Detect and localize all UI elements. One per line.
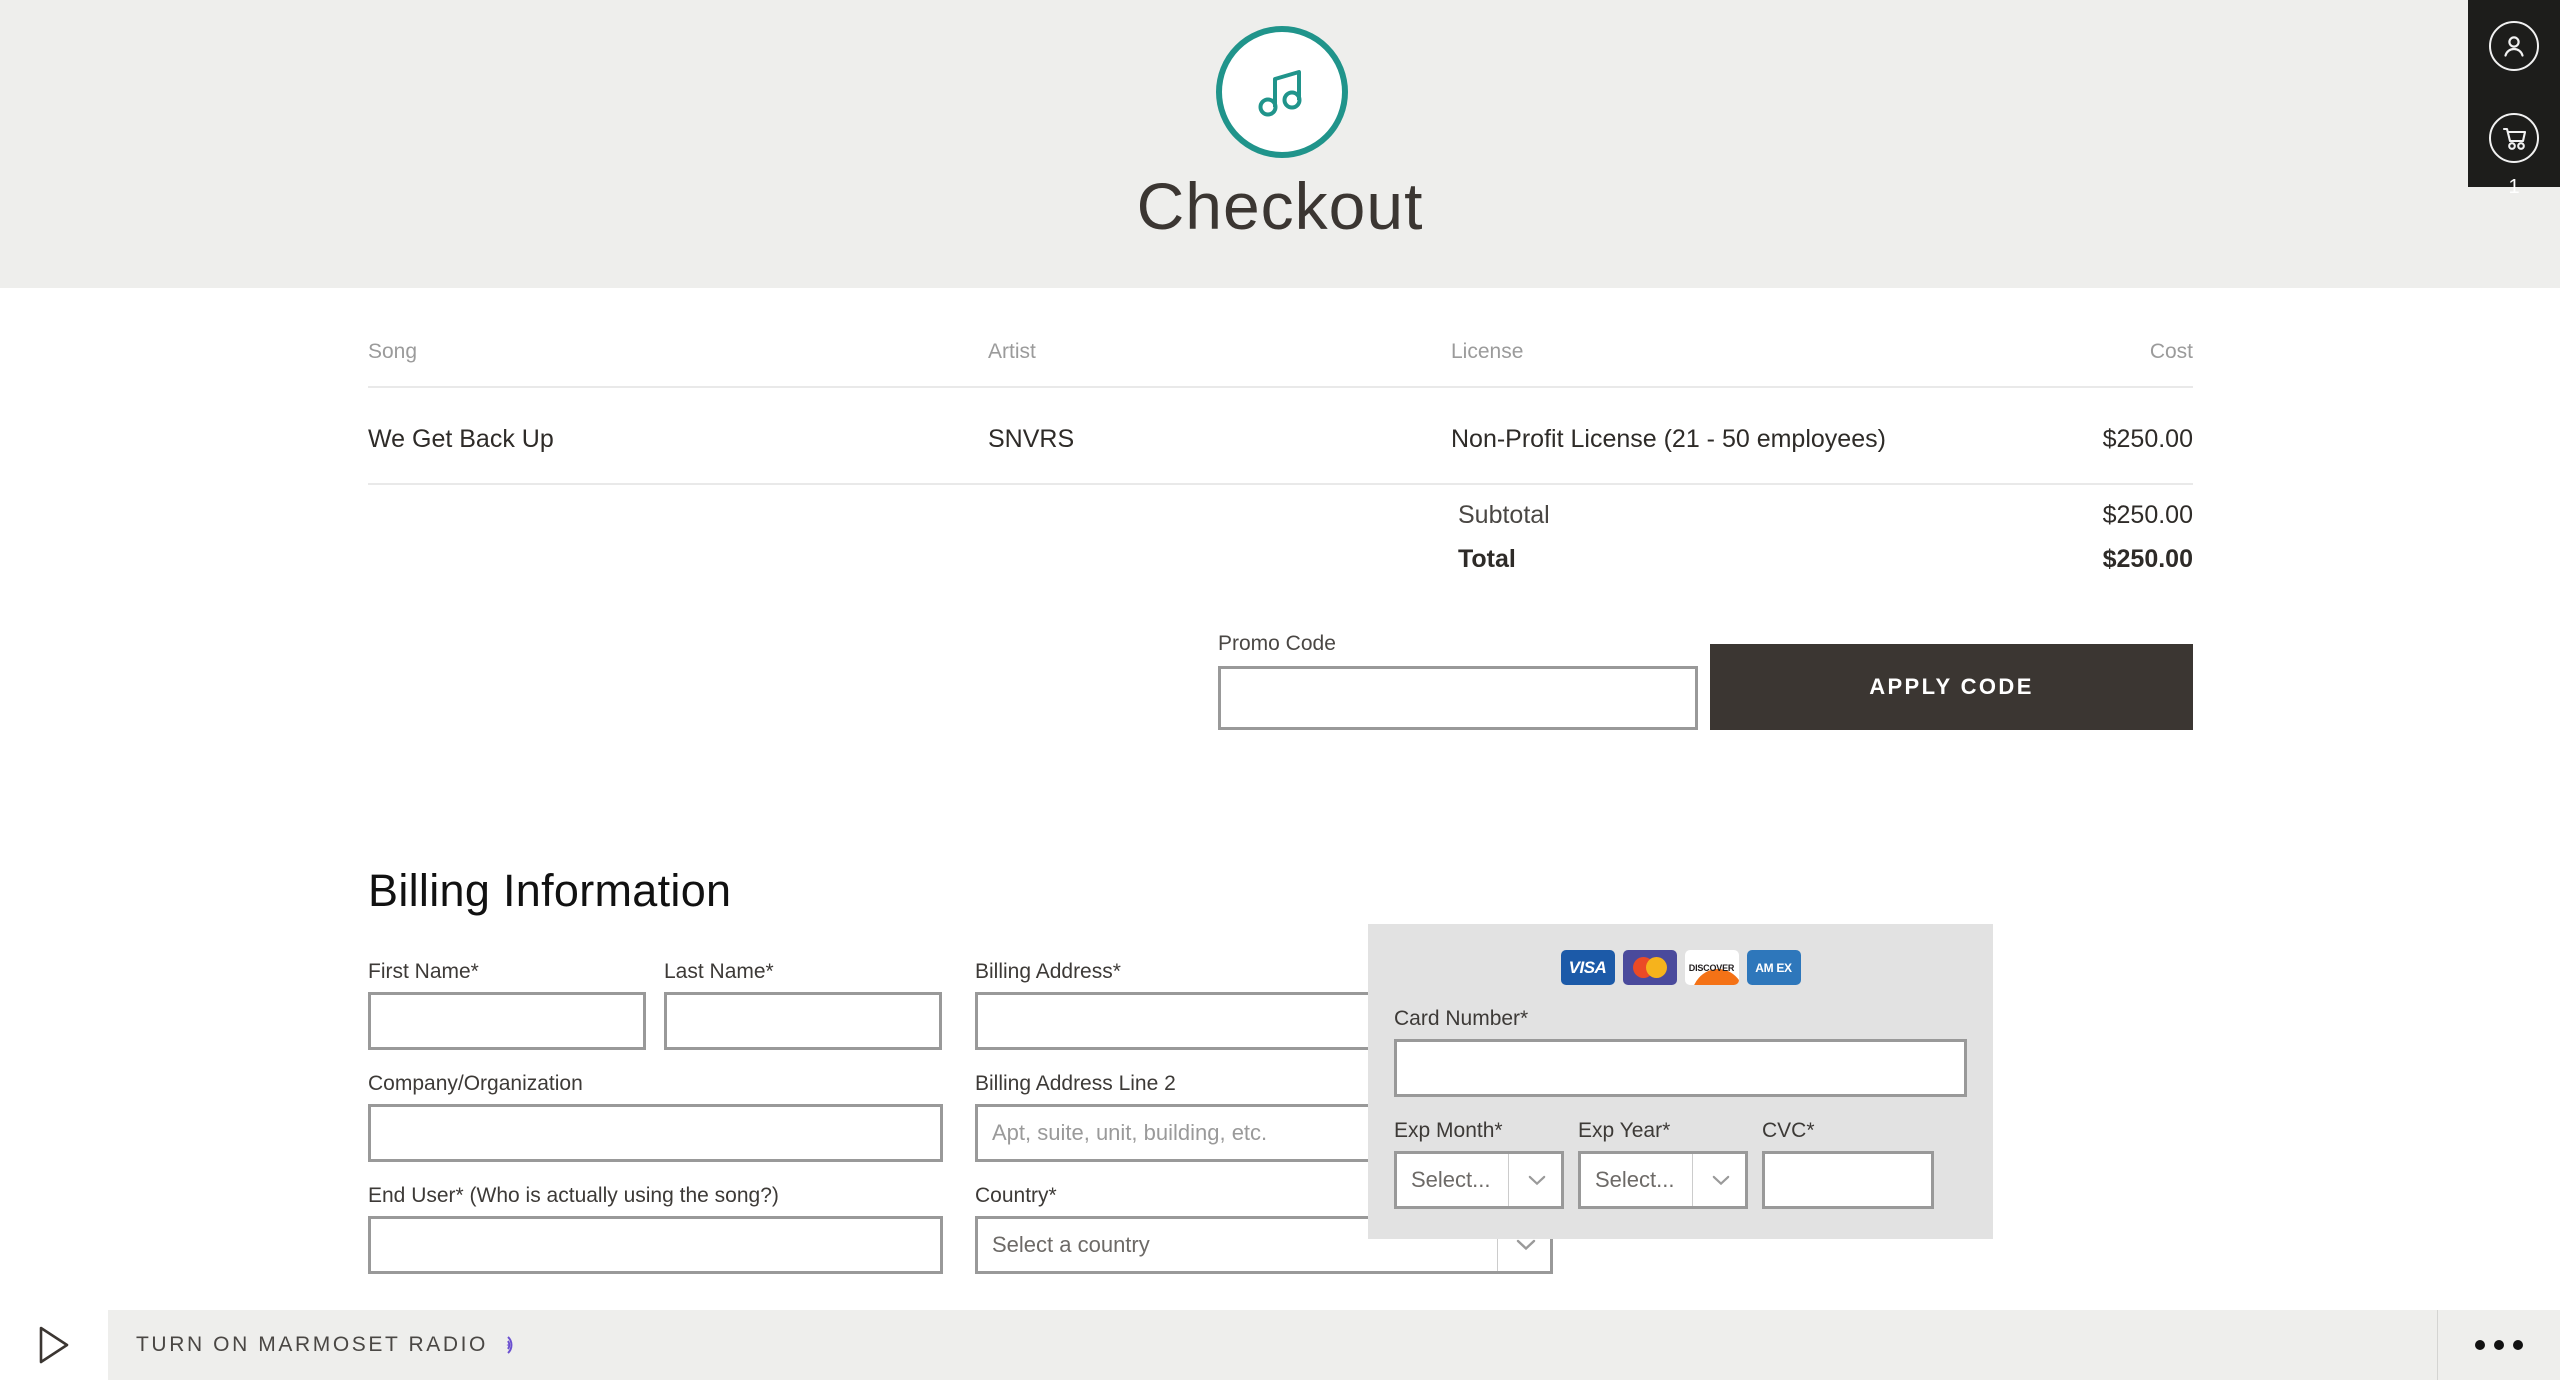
- turn-on-radio-button[interactable]: TURN ON MARMOSET RADIO: [136, 1332, 526, 1358]
- table-header-row: Song Artist License Cost: [368, 340, 2193, 386]
- checkout-page: Checkout 1 Song Artist License Cost We G…: [0, 0, 2560, 1380]
- billing-information-heading: Billing Information: [368, 865, 732, 916]
- subtotal-label: Subtotal: [1458, 501, 1550, 529]
- visa-label: VISA: [1568, 957, 1607, 977]
- play-button[interactable]: [0, 1310, 108, 1380]
- top-right-rail: 1: [2468, 0, 2560, 198]
- cart-count-badge: 1: [2508, 176, 2520, 198]
- end-user-label: End User* (Who is actually using the son…: [368, 1184, 779, 1207]
- card-number-group: Card Number*: [1394, 1007, 1967, 1097]
- total-label: Total: [1458, 545, 1516, 573]
- last-name-label: Last Name*: [664, 960, 774, 983]
- bottom-player-bar: TURN ON MARMOSET RADIO: [0, 1310, 2560, 1380]
- total-value: $250.00: [2102, 545, 2193, 573]
- column-header-license: License: [1451, 340, 1524, 363]
- total-row: Total $250.00: [368, 545, 2193, 589]
- page-header: Checkout: [0, 0, 2560, 288]
- subtotal-value: $250.00: [2102, 501, 2193, 529]
- totals-section: Subtotal $250.00 Total $250.00: [368, 483, 2193, 589]
- shopping-cart-icon: [2489, 113, 2539, 163]
- first-name-label: First Name*: [368, 960, 479, 983]
- amex-label: AM EX: [1755, 960, 1792, 975]
- cell-cost: $250.00: [2102, 425, 2193, 453]
- page-title: Checkout: [1136, 169, 1424, 243]
- company-group: Company/Organization: [368, 1072, 943, 1162]
- company-label: Company/Organization: [368, 1072, 583, 1095]
- column-header-artist: Artist: [988, 340, 1036, 363]
- first-name-group: First Name*: [368, 960, 646, 1050]
- card-number-input[interactable]: [1394, 1039, 1967, 1097]
- apply-code-button[interactable]: APPLY CODE: [1710, 644, 2193, 730]
- cell-artist: SNVRS: [988, 425, 1075, 453]
- cvc-input[interactable]: [1762, 1151, 1934, 1209]
- exp-month-group: Exp Month* Select...: [1394, 1119, 1564, 1209]
- expiry-cvc-row: Exp Month* Select... Exp Year* Select...…: [1394, 1119, 1967, 1209]
- mastercard-icon: [1622, 950, 1677, 985]
- last-name-group: Last Name*: [664, 960, 942, 1050]
- chevron-down-icon: [1692, 1154, 1748, 1206]
- cart-button[interactable]: 1: [2468, 92, 2560, 198]
- music-note-circle-icon: [1216, 26, 1348, 158]
- table-row: We Get Back Up SNVRS Non-Profit License …: [368, 388, 2193, 483]
- account-button[interactable]: [2468, 0, 2560, 92]
- radio-waves-icon: [502, 1332, 526, 1358]
- accepted-card-brands: VISA DISCOVER AM EX: [1394, 950, 1967, 985]
- column-header-cost: Cost: [2149, 340, 2193, 363]
- user-account-icon: [2489, 21, 2539, 71]
- company-input[interactable]: [368, 1104, 943, 1162]
- cell-license: Non-Profit License (21 - 50 employees): [1451, 425, 1886, 453]
- chevron-down-icon: [1508, 1154, 1564, 1206]
- exp-year-group: Exp Year* Select...: [1578, 1119, 1748, 1209]
- discover-icon: DISCOVER: [1684, 950, 1739, 985]
- amex-icon: AM EX: [1746, 950, 1801, 985]
- card-number-label: Card Number*: [1394, 1007, 1529, 1030]
- exp-month-value: Select...: [1411, 1167, 1491, 1192]
- exp-month-select[interactable]: Select...: [1394, 1151, 1564, 1209]
- more-options-button[interactable]: [2438, 1340, 2560, 1350]
- promo-code-input[interactable]: [1218, 666, 1698, 730]
- end-user-input[interactable]: [368, 1216, 943, 1274]
- column-header-song: Song: [368, 340, 418, 363]
- discover-label: DISCOVER: [1688, 962, 1735, 973]
- first-name-input[interactable]: [368, 992, 646, 1050]
- order-summary-table: Song Artist License Cost We Get Back Up …: [368, 340, 2193, 589]
- cell-song: We Get Back Up: [368, 425, 554, 453]
- more-options-icon: [2475, 1340, 2485, 1350]
- visa-icon: VISA: [1560, 950, 1615, 985]
- exp-year-select[interactable]: Select...: [1578, 1151, 1748, 1209]
- cvc-label: CVC*: [1762, 1119, 1815, 1142]
- cvc-group: CVC*: [1762, 1119, 1934, 1209]
- exp-year-value: Select...: [1595, 1167, 1675, 1192]
- country-selected-value: Select a country: [992, 1232, 1150, 1257]
- payment-panel: VISA DISCOVER AM EX Card Number* Exp Mon…: [1368, 924, 1993, 1239]
- billing-left-column: First Name* Last Name* Company/Organizat…: [368, 960, 943, 1296]
- exp-year-label: Exp Year*: [1578, 1119, 1671, 1142]
- last-name-input[interactable]: [664, 992, 942, 1050]
- end-user-group: End User* (Who is actually using the son…: [368, 1184, 943, 1274]
- exp-month-label: Exp Month*: [1394, 1119, 1503, 1142]
- play-triangle-icon: [39, 1326, 69, 1364]
- promo-code-section: Promo Code APPLY CODE: [1218, 632, 2193, 730]
- radio-label-text: TURN ON MARMOSET RADIO: [136, 1333, 488, 1356]
- subtotal-row: Subtotal $250.00: [368, 501, 2193, 545]
